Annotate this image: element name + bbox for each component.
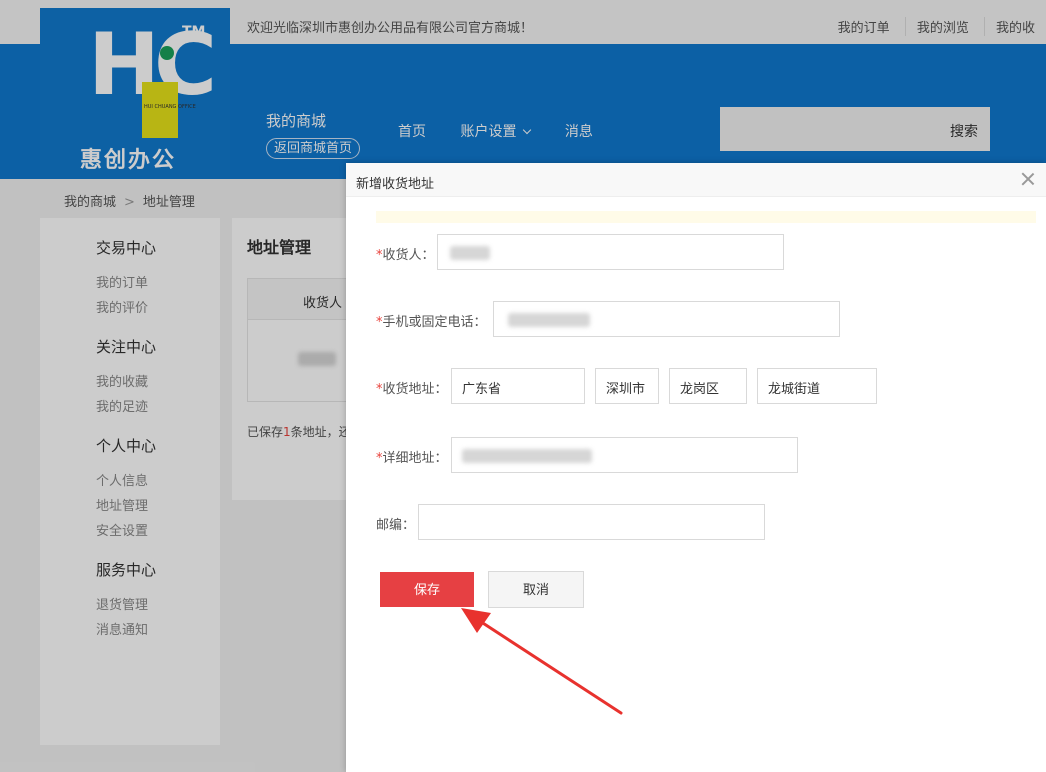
phone-label-text: 手机或固定电话： bbox=[382, 315, 487, 330]
city-value: 深圳市 bbox=[606, 382, 646, 397]
receiver-row: *收货人： bbox=[376, 234, 796, 270]
add-address-dialog: 新增收货地址 *收货人： *手机或固定电话： *收货地址： 广东省 深圳市 龙岗… bbox=[346, 163, 1046, 772]
arrow-head bbox=[461, 608, 491, 633]
region-label: *收货地址： bbox=[376, 378, 448, 397]
street-value: 龙城街道 bbox=[768, 382, 821, 397]
redacted-text bbox=[462, 449, 592, 463]
receiver-label-text: 收货人： bbox=[382, 248, 435, 263]
close-icon[interactable] bbox=[1020, 171, 1036, 187]
phone-row: *手机或固定电话： bbox=[376, 301, 856, 337]
receiver-label: *收货人： bbox=[376, 244, 435, 263]
arrow-shaft bbox=[467, 612, 623, 715]
dialog-header: 新增收货地址 bbox=[346, 163, 1046, 197]
street-select[interactable]: 龙城街道 bbox=[757, 368, 877, 404]
district-value: 龙岗区 bbox=[680, 382, 720, 397]
region-row: *收货地址： 广东省 深圳市 龙岗区 龙城街道 bbox=[376, 368, 896, 404]
tip-strip bbox=[376, 211, 1036, 223]
phone-input[interactable] bbox=[493, 301, 840, 337]
detail-address-row: *详细地址： bbox=[376, 437, 836, 473]
annotation-arrow-icon bbox=[461, 608, 623, 715]
receiver-input[interactable] bbox=[437, 234, 784, 270]
detail-address-label-text: 详细地址： bbox=[382, 451, 448, 466]
region-label-text: 收货地址： bbox=[382, 382, 448, 397]
detail-address-label: *详细地址： bbox=[376, 447, 448, 466]
district-select[interactable]: 龙岗区 bbox=[669, 368, 747, 404]
phone-label: *手机或固定电话： bbox=[376, 311, 487, 330]
detail-address-input[interactable] bbox=[451, 437, 798, 473]
postcode-input[interactable] bbox=[418, 504, 765, 540]
province-select[interactable]: 广东省 bbox=[451, 368, 585, 404]
province-value: 广东省 bbox=[462, 382, 502, 397]
redacted-text bbox=[508, 313, 590, 327]
redacted-text bbox=[450, 246, 490, 260]
city-select[interactable]: 深圳市 bbox=[595, 368, 659, 404]
dialog-title: 新增收货地址 bbox=[356, 177, 435, 192]
postcode-row: 邮编： bbox=[376, 504, 796, 540]
postcode-label: 邮编： bbox=[376, 518, 416, 533]
